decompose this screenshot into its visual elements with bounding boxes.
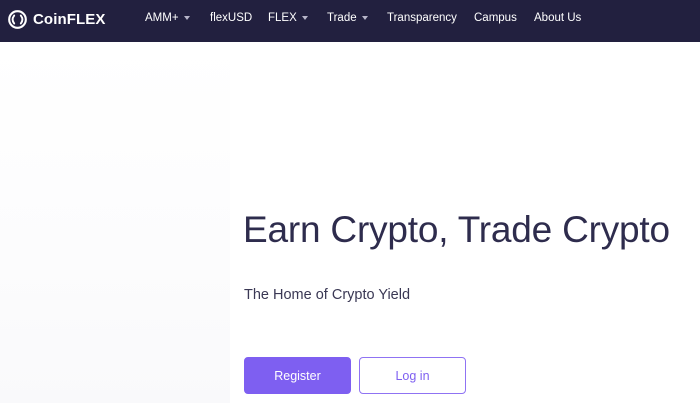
nav-item-label: FLEX [268, 12, 297, 24]
register-button[interactable]: Register [244, 357, 351, 394]
coinflex-logo-icon [8, 9, 27, 29]
nav-item-transparency[interactable]: Transparency [387, 12, 457, 24]
nav-item-label: Trade [327, 12, 357, 24]
caret-down-icon [301, 16, 308, 20]
nav-item-label: About Us [534, 12, 582, 24]
brand-name: CoinFLEX [33, 10, 106, 28]
nav-item-flex[interactable]: FLEX [268, 12, 308, 24]
nav-item-flexusd[interactable]: flexUSD [210, 12, 252, 24]
login-button-label: Log in [395, 368, 430, 383]
nav-item-label: Transparency [387, 12, 457, 24]
hero-background-decoration [0, 42, 230, 403]
login-button[interactable]: Log in [359, 357, 466, 394]
brand-logo[interactable]: CoinFLEX [7, 9, 105, 29]
register-button-label: Register [274, 368, 321, 383]
nav-item-campus[interactable]: Campus [474, 12, 517, 24]
caret-down-icon [183, 16, 190, 20]
nav-item-about-us[interactable]: About Us [534, 12, 581, 24]
nav-item-trade[interactable]: Trade [327, 12, 368, 24]
top-navbar: CoinFLEX AMM+ flexUSD FLEX Trade Transpa… [0, 0, 700, 42]
nav-item-amm[interactable]: AMM+ [145, 12, 190, 24]
hero-subtitle: The Home of Crypto Yield [244, 287, 411, 303]
nav-item-label: AMM+ [145, 12, 179, 24]
hero-title: Earn Crypto, Trade Crypto [243, 209, 670, 250]
nav-item-label: flexUSD [210, 12, 253, 24]
nav-item-label: Campus [474, 12, 517, 24]
caret-down-icon [361, 16, 368, 20]
